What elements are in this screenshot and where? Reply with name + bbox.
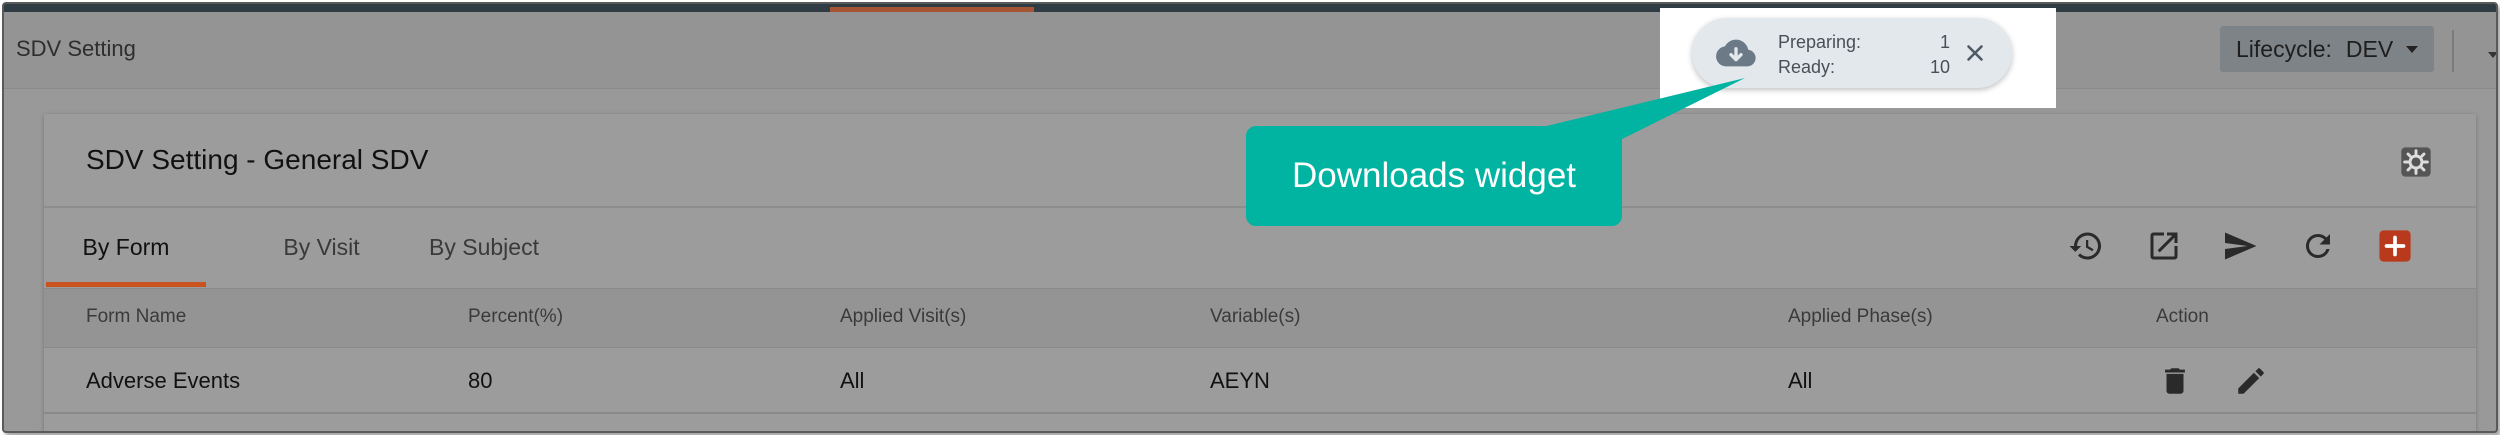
downloads-widget[interactable]: Preparing: 1 Ready: 10 <box>1692 18 2012 88</box>
active-tab-indicator <box>46 282 206 287</box>
cell-form-name: Adverse Events <box>86 368 241 393</box>
lifecycle-value: DEV <box>2345 35 2394 62</box>
app-bar: SDV Setting Lifecycle: DEV <box>4 12 2496 89</box>
callout-text: Downloads widget <box>1291 156 1577 195</box>
preparing-label: Preparing: <box>1778 32 1862 52</box>
send-icon[interactable] <box>2222 228 2258 264</box>
close-icon[interactable] <box>1962 40 1988 66</box>
edit-icon[interactable] <box>2234 364 2268 398</box>
column-header: Applied Visit(s) <box>840 306 967 327</box>
ready-label: Ready: <box>1778 57 1836 77</box>
downloads-callout: Downloads widget <box>1246 126 1622 226</box>
top-strip <box>4 4 2496 12</box>
page-title: SDV Setting <box>16 36 136 61</box>
tab-by-form[interactable]: By Form <box>44 208 208 286</box>
ready-count: 10 <box>1929 57 1950 77</box>
lifecycle-label: Lifecycle: <box>2236 35 2332 62</box>
preparing-count: 1 <box>1939 32 1950 52</box>
column-header: Applied Phase(s) <box>1788 306 1933 327</box>
column-header: Form Name <box>86 306 187 327</box>
add-icon[interactable] <box>2378 229 2412 263</box>
column-header: Action <box>2156 306 2209 327</box>
tab-by-visit[interactable]: By Visit <box>244 208 399 286</box>
table-row: Adverse Events 80 All AEYN All <box>44 348 2476 414</box>
card-title: SDV Setting - General SDV <box>86 144 429 175</box>
cell-variables: AEYN <box>1210 368 1270 393</box>
tab-label: By Form <box>82 233 170 260</box>
open-external-icon[interactable] <box>2146 228 2182 264</box>
column-header: Percent(%) <box>468 306 564 327</box>
divider <box>2452 30 2454 72</box>
cloud-download-icon <box>1716 39 1756 67</box>
lifecycle-select[interactable]: Lifecycle: DEV <box>2220 26 2434 72</box>
tab-label: By Subject <box>429 233 539 260</box>
caret-down-icon[interactable] <box>2488 52 2496 58</box>
caret-down-icon <box>2406 46 2418 53</box>
column-header: Variable(s) <box>1210 306 1301 327</box>
downloads-status: Preparing: 1 Ready: 10 <box>1778 30 1950 80</box>
tab-label: By Visit <box>283 233 360 260</box>
history-icon[interactable] <box>2068 228 2104 264</box>
gear-icon[interactable] <box>2400 146 2432 178</box>
downloads-highlight-area: Preparing: 1 Ready: 10 <box>1660 8 2056 108</box>
tab-by-subject[interactable]: By Subject <box>394 208 574 286</box>
delete-icon[interactable] <box>2158 364 2192 398</box>
cell-applied-visits: All <box>840 368 865 393</box>
refresh-icon[interactable] <box>2300 228 2336 264</box>
cell-applied-phases: All <box>1788 368 1813 393</box>
table-header: Form Name Percent(%) Applied Visit(s) Va… <box>44 288 2476 348</box>
cell-percent: 80 <box>468 368 493 393</box>
